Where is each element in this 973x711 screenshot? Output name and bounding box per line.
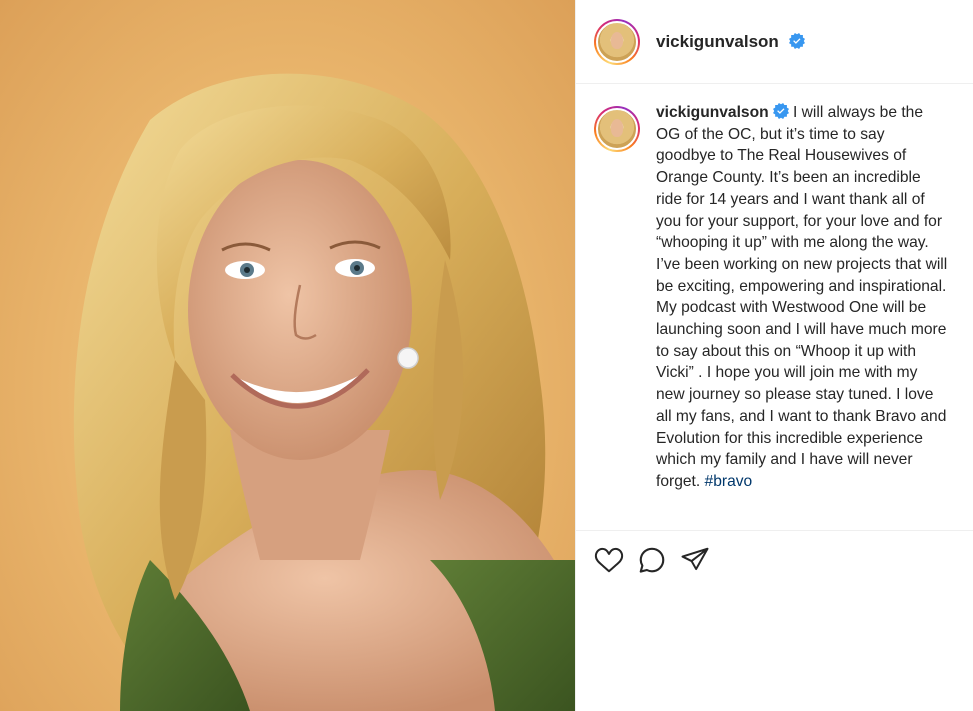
hashtag-link[interactable]: #bravo	[705, 473, 753, 490]
post-side-panel: vickigunvalson vickigunvalson I will alw…	[575, 0, 973, 711]
caption-text: I will always be the OG of the OC, but i…	[656, 104, 948, 490]
caption-avatar-ring[interactable]	[594, 106, 640, 152]
post-photo[interactable]	[0, 0, 575, 711]
header-username[interactable]: vickigunvalson	[656, 32, 779, 51]
instagram-post: vickigunvalson vickigunvalson I will alw…	[0, 0, 973, 711]
portrait-illustration	[73, 73, 575, 711]
caption-username-link[interactable]: vickigunvalson	[656, 104, 769, 121]
avatar[interactable]	[596, 108, 638, 150]
post-actions-bar	[576, 530, 973, 711]
comment-icon[interactable]	[637, 545, 667, 575]
post-header: vickigunvalson	[576, 0, 973, 84]
post-caption: vickigunvalson I will always be the OG o…	[656, 102, 948, 493]
verified-badge-icon	[772, 103, 789, 119]
heart-icon[interactable]	[594, 545, 624, 575]
header-username-link[interactable]: vickigunvalson	[656, 32, 805, 52]
caption-block: vickigunvalson I will always be the OG o…	[594, 102, 964, 493]
profile-avatar-ring[interactable]	[594, 18, 640, 65]
paper-plane-icon[interactable]	[680, 545, 710, 575]
verified-badge-icon	[788, 32, 805, 49]
avatar[interactable]	[596, 20, 638, 63]
